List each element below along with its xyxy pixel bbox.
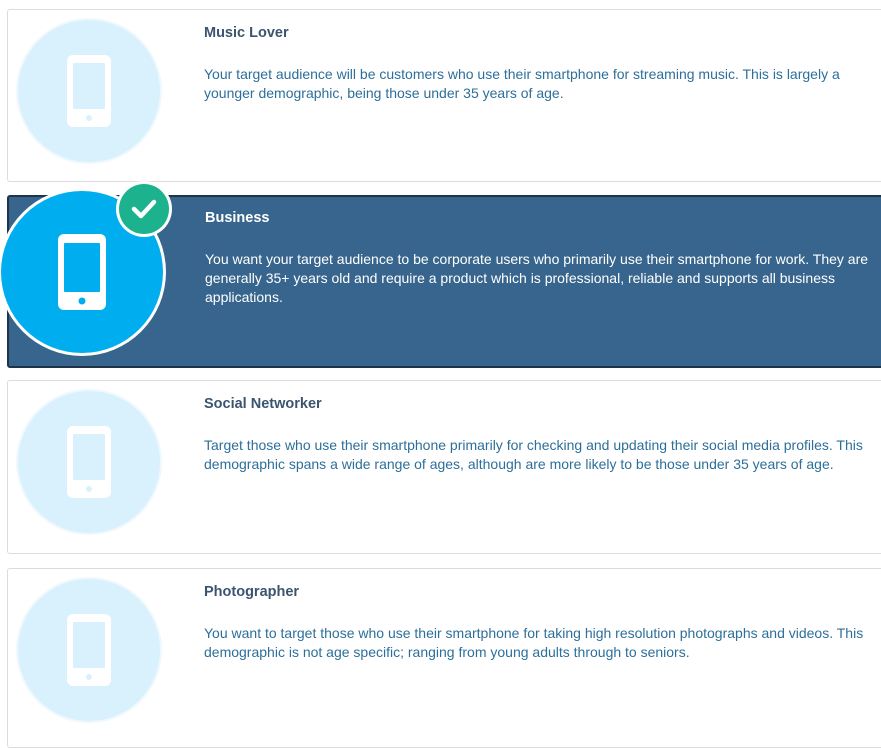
audience-option-social-networker[interactable]: Social Networker Target those who use th… bbox=[7, 380, 881, 554]
option-title: Music Lover bbox=[204, 25, 289, 41]
audience-option-music-lover[interactable]: Music Lover Your target audience will be… bbox=[7, 9, 881, 182]
icon-circle bbox=[18, 391, 160, 533]
option-description: You want to target those who use their s… bbox=[204, 625, 864, 660]
audience-option-business[interactable]: Business You want your target audience t… bbox=[1, 184, 881, 368]
smartphone-icon bbox=[67, 55, 111, 127]
option-description: Target those who use their smartphone pr… bbox=[204, 437, 863, 472]
audience-option-photographer[interactable]: Photographer You want to target those wh… bbox=[7, 568, 881, 748]
option-description: Your target audience will be customers w… bbox=[204, 66, 840, 101]
selected-check-icon bbox=[119, 184, 169, 234]
option-title: Photographer bbox=[204, 584, 300, 600]
icon-circle bbox=[18, 579, 160, 721]
smartphone-icon bbox=[58, 234, 106, 310]
option-title: Social Networker bbox=[204, 396, 322, 412]
smartphone-icon bbox=[67, 614, 111, 686]
option-title: Business bbox=[205, 210, 270, 226]
icon-circle bbox=[18, 20, 160, 162]
smartphone-icon bbox=[67, 426, 111, 498]
option-description: You want your target audience to be corp… bbox=[205, 251, 869, 305]
